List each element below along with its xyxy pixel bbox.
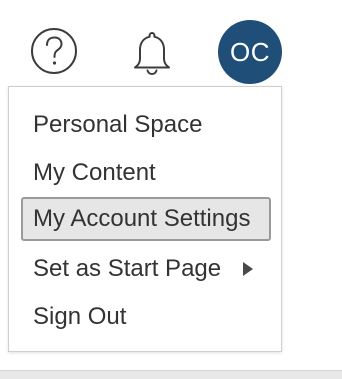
menu-item-label: Set as Start Page: [33, 255, 222, 282]
menu-item-my-content[interactable]: My Content: [21, 151, 271, 195]
menu-item-label: My Account Settings: [33, 205, 251, 232]
menu-item-personal-space[interactable]: Personal Space: [21, 103, 271, 147]
menu-item-label: My Content: [33, 159, 156, 186]
menu-item-label: Sign Out: [33, 303, 127, 330]
account-dropdown-menu: Personal Space My Content My Account Set…: [8, 86, 282, 352]
submenu-arrow-icon: [243, 262, 253, 276]
user-avatar[interactable]: OC: [218, 20, 282, 84]
menu-item-set-as-start-page[interactable]: Set as Start Page: [21, 247, 271, 291]
avatar-initials: OC: [230, 36, 270, 67]
menu-item-sign-out[interactable]: Sign Out: [21, 295, 271, 339]
menu-item-my-account-settings[interactable]: My Account Settings: [21, 197, 271, 241]
menu-item-label: Personal Space: [33, 111, 203, 138]
notification-bell-icon[interactable]: [127, 27, 177, 77]
help-question-icon[interactable]: [30, 27, 78, 75]
